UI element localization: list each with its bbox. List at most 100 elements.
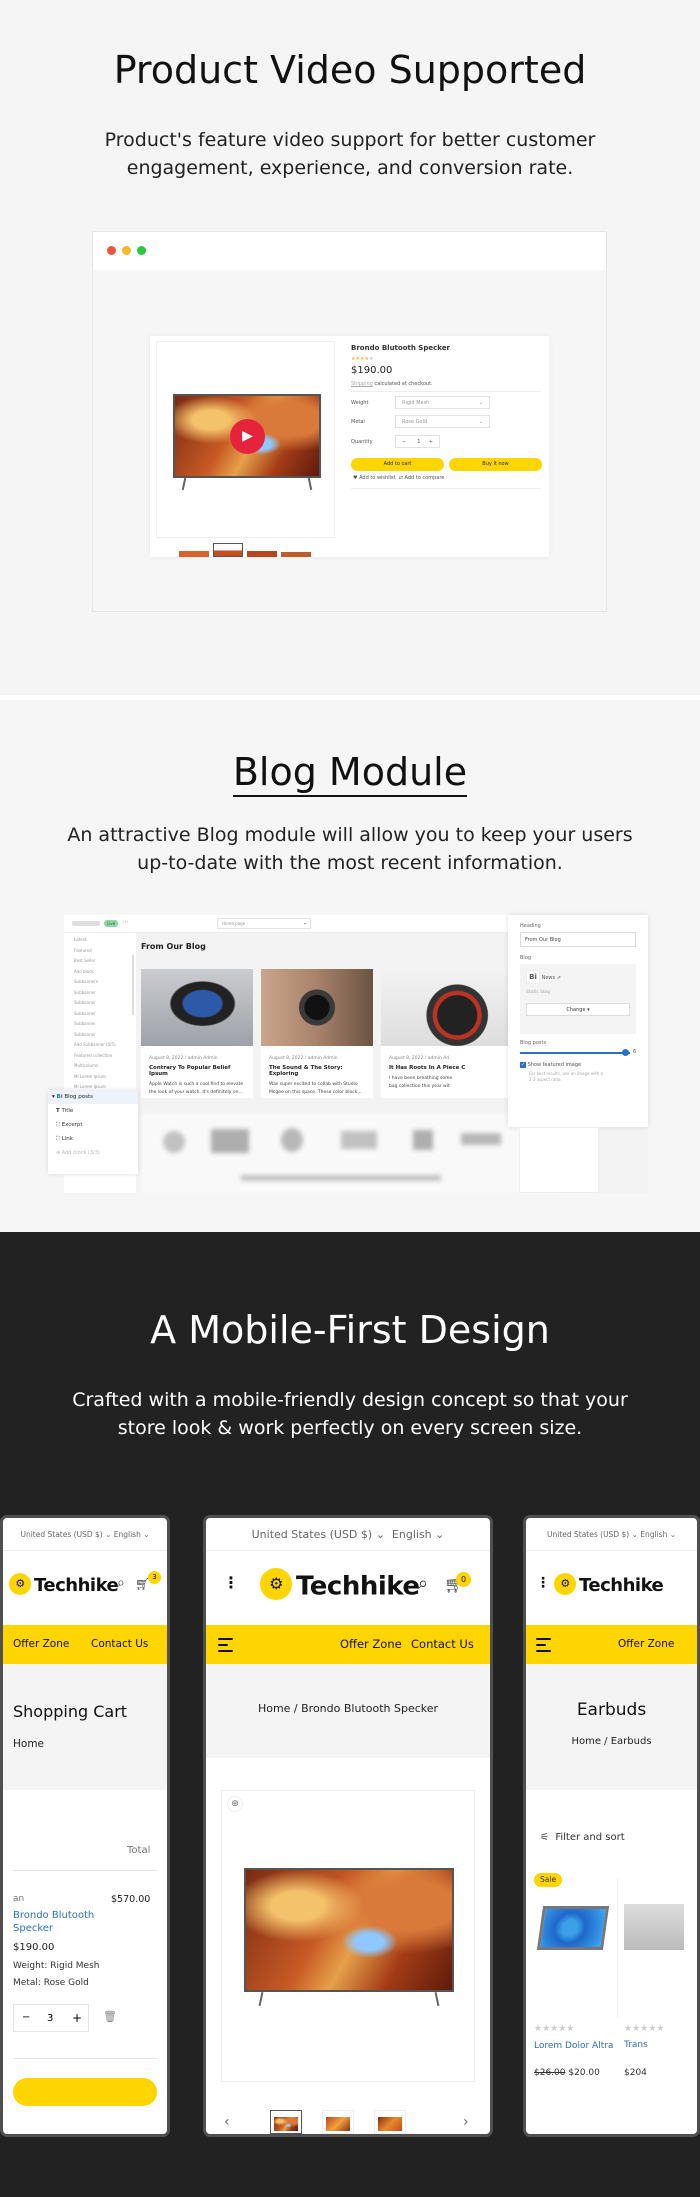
sidebar-item[interactable]: Latest bbox=[64, 937, 136, 948]
logo[interactable]: ⚙ Techhike bbox=[9, 1573, 119, 1597]
blog-name[interactable]: News bbox=[542, 975, 556, 981]
filter-label: Filter and sort bbox=[555, 1832, 625, 1843]
play-icon[interactable]: ▶ bbox=[230, 419, 265, 454]
slider-thumb[interactable] bbox=[621, 1049, 629, 1056]
currency-select[interactable]: United States (USD $) bbox=[252, 1528, 373, 1541]
heading-input[interactable]: From Our Blog bbox=[520, 932, 636, 947]
logo[interactable]: ⚙ Techhike bbox=[554, 1573, 664, 1597]
more-icon[interactable]: ⋯ bbox=[122, 918, 129, 926]
thumbnail[interactable] bbox=[179, 545, 209, 557]
hamburger-icon[interactable] bbox=[536, 1638, 551, 1656]
block-item-title[interactable]: T Title bbox=[48, 1104, 138, 1118]
quantity-stepper[interactable]: − 3 + bbox=[13, 2004, 89, 2032]
page-select[interactable]: Home page ▾ bbox=[217, 918, 311, 929]
nav-contact-us[interactable]: Contact Us bbox=[91, 1638, 148, 1650]
sidebar-item[interactable]: Best Seller bbox=[64, 958, 136, 969]
header: ⋮ ⚙ Techhike bbox=[526, 1551, 697, 1625]
trash-icon[interactable]: 🗑︎ bbox=[103, 2010, 117, 2023]
metal-select[interactable]: Rose Gold ⌄ bbox=[395, 415, 490, 428]
minus-button[interactable]: − bbox=[402, 439, 406, 445]
language-select[interactable]: English bbox=[640, 1530, 667, 1539]
language-select[interactable]: English bbox=[392, 1528, 432, 1541]
external-link-icon[interactable]: ⇗ bbox=[557, 975, 561, 981]
block-item-excerpt[interactable]: ⛶ Excerpt bbox=[48, 1118, 138, 1132]
thumbnail-active[interactable] bbox=[213, 543, 243, 557]
chevron-right-icon[interactable]: › bbox=[463, 2114, 469, 2130]
thumbnail-active[interactable] bbox=[270, 2110, 302, 2134]
post-title[interactable]: The Sound & The Story: Exploring bbox=[269, 1065, 365, 1077]
blog-image bbox=[261, 969, 373, 1046]
logo[interactable]: ⚙ Techhike bbox=[260, 1568, 420, 1603]
checkbox-icon[interactable]: ✓ bbox=[520, 1062, 526, 1068]
block-item-link[interactable]: ⛶ Link bbox=[48, 1132, 138, 1146]
add-block-button[interactable]: ⊕ Add block (3/3) bbox=[48, 1146, 138, 1156]
sidebar-item[interactable]: Subbanner bbox=[64, 1021, 136, 1032]
change-button[interactable]: Change ▾ bbox=[526, 1003, 630, 1016]
sidebar-item[interactable]: Featured bbox=[64, 948, 136, 959]
checkout-button[interactable] bbox=[13, 2078, 157, 2106]
sidebar-item[interactable]: Subbanner bbox=[64, 990, 136, 1001]
excerpt-line: I have been breathing some bbox=[389, 1076, 453, 1081]
buy-now-button[interactable]: Buy it now bbox=[449, 458, 542, 471]
sidebar-item[interactable]: Add block bbox=[64, 969, 136, 980]
featured-image-option[interactable]: ✓ Show featured image bbox=[520, 1062, 636, 1068]
currency-select[interactable]: United States (USD $) bbox=[547, 1530, 629, 1539]
search-icon[interactable]: ⌕ bbox=[117, 1575, 125, 1591]
sidebar-item[interactable]: Subbanner bbox=[64, 1000, 136, 1011]
sidebar-item[interactable]: Multicolumn bbox=[64, 1063, 136, 1074]
block-panel-header[interactable]: ▾ Bi Blog posts bbox=[48, 1090, 138, 1104]
product-name[interactable]: Trans bbox=[624, 2040, 690, 2050]
add-to-cart-button[interactable]: Add to cart bbox=[351, 458, 444, 471]
breadcrumb-home[interactable]: Home / bbox=[571, 1736, 607, 1747]
posts-slider[interactable]: 6 bbox=[520, 1048, 636, 1058]
product-image[interactable] bbox=[536, 1906, 610, 1950]
sidebar-item[interactable]: Mi Lorem Ipsum bbox=[64, 1074, 136, 1085]
subtitle-line: Crafted with a mobile-friendly design co… bbox=[72, 1389, 628, 1411]
page-banner: Shopping Cart Home bbox=[3, 1664, 167, 1790]
wishlist-link[interactable]: Add to wishlist bbox=[359, 475, 395, 481]
chevron-left-icon[interactable]: ‹ bbox=[224, 2114, 230, 2130]
product-image[interactable] bbox=[624, 1904, 684, 1950]
product-image[interactable] bbox=[244, 1868, 454, 1992]
post-title[interactable]: Contrary To Popular Belief Ipsum bbox=[149, 1065, 245, 1077]
zoom-icon[interactable]: ⊕ bbox=[227, 1796, 243, 1812]
plus-button[interactable]: + bbox=[429, 439, 433, 445]
plus-button[interactable]: + bbox=[72, 2011, 82, 2025]
post-title[interactable]: It Has Roots In A Piece C bbox=[389, 1065, 500, 1071]
sidebar-scrollbar[interactable] bbox=[132, 955, 134, 1015]
cart-item-name[interactable]: Brondo Blutooth Specker bbox=[13, 1909, 105, 1935]
weight-select[interactable]: Rigid Mesh ⌄ bbox=[395, 396, 490, 409]
weight-value: Rigid Mesh bbox=[402, 400, 430, 406]
compare-link[interactable]: Add to compare bbox=[405, 475, 445, 481]
sidebar-item[interactable]: Subbanner bbox=[64, 1011, 136, 1022]
sidebar-item[interactable]: Subbanners bbox=[64, 979, 136, 990]
sidebar-item[interactable]: Featured collection bbox=[64, 1053, 136, 1064]
quantity-stepper[interactable]: − 1 + bbox=[395, 435, 440, 448]
hamburger-icon[interactable] bbox=[218, 1638, 233, 1656]
blog-image bbox=[141, 969, 253, 1046]
breadcrumb-home[interactable]: Home / bbox=[258, 1702, 298, 1715]
thumbnail[interactable] bbox=[374, 2110, 406, 2134]
breadcrumb-home[interactable]: Home bbox=[13, 1738, 44, 1750]
blog-card[interactable]: August 8, 2022 / admin Admin Contrary To… bbox=[141, 969, 253, 1098]
nav-offer-zone[interactable]: Offer Zone bbox=[618, 1638, 674, 1650]
language-select[interactable]: English bbox=[114, 1530, 141, 1539]
blog-card[interactable]: August 8, 2022 / admin Ad It Has Roots I… bbox=[381, 969, 508, 1098]
filter-sort-button[interactable]: ⚟ Filter and sort bbox=[540, 1832, 625, 1843]
product-name[interactable]: Lorem Dolor Altra bbox=[534, 2040, 614, 2052]
nav-offer-zone[interactable]: Offer Zone bbox=[340, 1637, 402, 1651]
block-label: Excerpt bbox=[61, 1122, 83, 1128]
nav-offer-zone[interactable]: Offer Zone bbox=[13, 1638, 69, 1650]
nav-contact-us[interactable]: Contact Us bbox=[411, 1637, 474, 1651]
blog-card[interactable]: August 8, 2022 / admin Admin The Sound &… bbox=[261, 969, 373, 1098]
currency-select[interactable]: United States (USD $) bbox=[20, 1530, 102, 1539]
shipping-link[interactable]: Shipping bbox=[351, 381, 373, 387]
search-icon[interactable]: ⌕ bbox=[418, 1573, 428, 1594]
sidebar-item[interactable]: Subbanner bbox=[64, 1032, 136, 1043]
thumbnail[interactable] bbox=[247, 545, 277, 557]
thumbnail[interactable] bbox=[322, 2110, 354, 2134]
more-vertical-icon[interactable]: ⋮ bbox=[223, 1573, 239, 1592]
sidebar-item[interactable]: Add Subbanner (5/5) bbox=[64, 1042, 136, 1053]
more-vertical-icon[interactable]: ⋮ bbox=[536, 1575, 550, 1591]
thumbnail[interactable] bbox=[281, 545, 311, 557]
